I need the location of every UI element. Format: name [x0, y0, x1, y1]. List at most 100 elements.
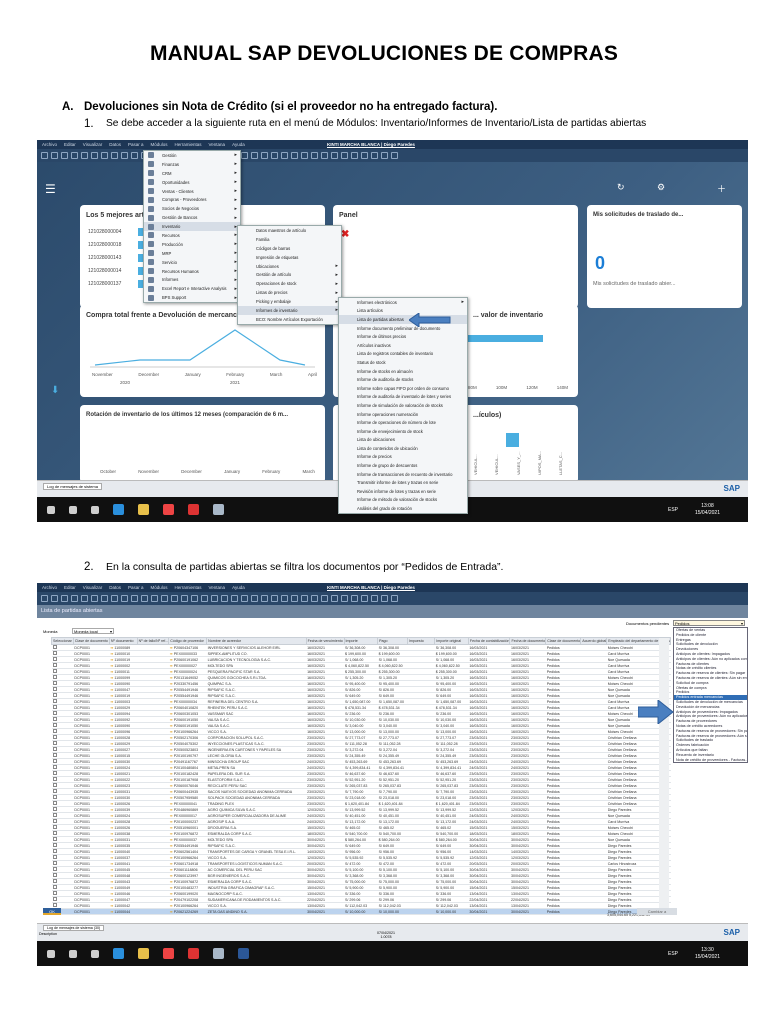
- menu-6[interactable]: Herramientas: [175, 142, 202, 147]
- menu-5[interactable]: Módulos: [151, 142, 168, 147]
- column-header[interactable]: Nº de fallo/Nº ref...: [136, 637, 170, 645]
- dropdown-option[interactable]: Facturas de reserva de proveedores: Sin …: [674, 729, 747, 734]
- refresh-icon[interactable]: ↻: [617, 182, 625, 193]
- menu-4[interactable]: Pasar a: [128, 142, 144, 147]
- menu-item[interactable]: Recursos: [144, 231, 240, 240]
- log-tab[interactable]: Log de mensajes de sistema: [43, 483, 102, 490]
- menu-item[interactable]: Gestión de Bancos: [144, 213, 240, 222]
- currency-select[interactable]: Moneda local ▾: [72, 628, 114, 634]
- task-view-icon[interactable]: [91, 949, 99, 958]
- menu-2[interactable]: Visualizar: [83, 585, 102, 590]
- app-icon[interactable]: [188, 504, 199, 515]
- menu-item[interactable]: Artículos inactivos: [339, 341, 467, 350]
- search-icon[interactable]: [69, 505, 77, 514]
- toolbar-button-icon[interactable]: [41, 152, 48, 159]
- column-header[interactable]: Fecha de documento: [509, 637, 547, 645]
- toolbar-button-icon[interactable]: [181, 595, 188, 602]
- toolbar-button-icon[interactable]: [41, 595, 48, 602]
- menu-item[interactable]: Producción: [144, 240, 240, 249]
- menu-7[interactable]: Ventana: [209, 585, 226, 590]
- menu-6[interactable]: Herramientas: [175, 585, 202, 590]
- dropdown-option[interactable]: Anticipos de clientes: Aún no aplicados …: [674, 657, 747, 662]
- column-header[interactable]: Nº documento: [108, 637, 138, 645]
- toolbar-button-icon[interactable]: [341, 152, 348, 159]
- add-icon[interactable]: ＋: [717, 182, 726, 195]
- toolbar-button-icon[interactable]: [281, 595, 288, 602]
- menu-item[interactable]: Gestión: [144, 151, 240, 160]
- menu-item[interactable]: Informe de últimos precios: [339, 332, 467, 341]
- menu-0[interactable]: Archivo: [42, 585, 57, 590]
- toolbar-button-icon[interactable]: [331, 595, 338, 602]
- down-arrow-icon[interactable]: ⬇: [51, 385, 81, 397]
- toolbar-button-icon[interactable]: [101, 152, 108, 159]
- toolbar-button-icon[interactable]: [351, 152, 358, 159]
- menu-8[interactable]: Ayuda: [232, 142, 245, 147]
- toolbar-button-icon[interactable]: [291, 152, 298, 159]
- toolbar-button-icon[interactable]: [141, 595, 148, 602]
- column-header[interactable]: Acuerdo global: [580, 637, 608, 645]
- menu-0[interactable]: Archivo: [42, 142, 57, 147]
- toolbar-button-icon[interactable]: [381, 152, 388, 159]
- toolbar-button-icon[interactable]: [71, 595, 78, 602]
- sap-app-icon[interactable]: [213, 504, 224, 515]
- column-header[interactable]: Fecha de contabilización: [467, 637, 511, 645]
- ok-button[interactable]: OK: [43, 908, 61, 915]
- table-row[interactable]: DCP0001 ➡ 11000044 ➡ P20621224269 ZETA GAS …: [51, 908, 671, 915]
- menu-item[interactable]: Informe sobre capas FIFO por orden de co…: [339, 384, 467, 393]
- toolbar-button-icon[interactable]: [161, 595, 168, 602]
- toolbar-button-icon[interactable]: [371, 595, 378, 602]
- toolbar-button-icon[interactable]: [291, 595, 298, 602]
- column-header[interactable]: Seleccionar: [51, 637, 74, 645]
- menu-item[interactable]: Datos maestros de artículo: [238, 226, 341, 235]
- menu-item[interactable]: Informe de grupo de descuentos: [339, 461, 467, 470]
- toolbar-button-icon[interactable]: [281, 152, 288, 159]
- word-icon[interactable]: [238, 948, 249, 959]
- toolbar-button-icon[interactable]: [361, 152, 368, 159]
- toolbar-button-icon[interactable]: [111, 152, 118, 159]
- toolbar-button-icon[interactable]: [171, 595, 178, 602]
- toolbar-button-icon[interactable]: [271, 152, 278, 159]
- task-view-icon[interactable]: [91, 505, 99, 514]
- menu-item[interactable]: Servicio: [144, 258, 240, 267]
- menu-5[interactable]: Módulos: [151, 585, 168, 590]
- menu-item[interactable]: Informes de inventario: [238, 306, 341, 315]
- toolbar-button-icon[interactable]: [341, 595, 348, 602]
- windows-start-icon[interactable]: [47, 505, 55, 514]
- toolbar-button-icon[interactable]: [131, 152, 138, 159]
- toolbar-button-icon[interactable]: [321, 152, 328, 159]
- hamburger-icon[interactable]: ☰: [45, 182, 56, 196]
- search-icon[interactable]: [69, 949, 77, 958]
- menu-7[interactable]: Ventana: [209, 142, 226, 147]
- toolbar-button-icon[interactable]: [111, 595, 118, 602]
- menu-3[interactable]: Datos: [109, 585, 121, 590]
- toolbar-button-icon[interactable]: [261, 152, 268, 159]
- column-header[interactable]: Importe original: [434, 637, 469, 645]
- toolbar-button-icon[interactable]: [121, 152, 128, 159]
- column-header[interactable]: Pago: [377, 637, 408, 645]
- toolbar-button-icon[interactable]: [391, 152, 398, 159]
- toolbar-button-icon[interactable]: [91, 152, 98, 159]
- column-header[interactable]: Clase de documento: [545, 637, 582, 645]
- menu-item[interactable]: Revisión informe de lotes y trazas en se…: [339, 487, 467, 496]
- menu-item[interactable]: Compras - Proveedores: [144, 195, 240, 204]
- toolbar-button-icon[interactable]: [221, 595, 228, 602]
- menu-item[interactable]: Lista de registros contables de inventar…: [339, 350, 467, 359]
- toolbar-button-icon[interactable]: [81, 152, 88, 159]
- menu-1[interactable]: Editar: [64, 585, 76, 590]
- toolbar-button-icon[interactable]: [71, 152, 78, 159]
- toolbar-button-icon[interactable]: [101, 595, 108, 602]
- toolbar-button-icon[interactable]: [61, 595, 68, 602]
- toolbar-button-icon[interactable]: [271, 595, 278, 602]
- file-explorer-icon[interactable]: [138, 948, 149, 959]
- menu-item[interactable]: Oportunidades: [144, 178, 240, 187]
- table-scrollbar[interactable]: [659, 638, 669, 908]
- toolbar-button-icon[interactable]: [251, 595, 258, 602]
- toolbar-button-icon[interactable]: [381, 595, 388, 602]
- edge-icon[interactable]: [113, 504, 124, 515]
- menu-item[interactable]: BCO: Nombre Artículos Exportación: [238, 315, 341, 324]
- toolbar-button-icon[interactable]: [311, 152, 318, 159]
- menu-item[interactable]: Ventas - Clientes: [144, 187, 240, 196]
- menu-item[interactable]: Informe de operaciones de número de lote: [339, 418, 467, 427]
- column-header[interactable]: Fecha de vencimiento: [305, 637, 345, 645]
- supplier-code[interactable]: ➡ P20621224269: [168, 908, 207, 915]
